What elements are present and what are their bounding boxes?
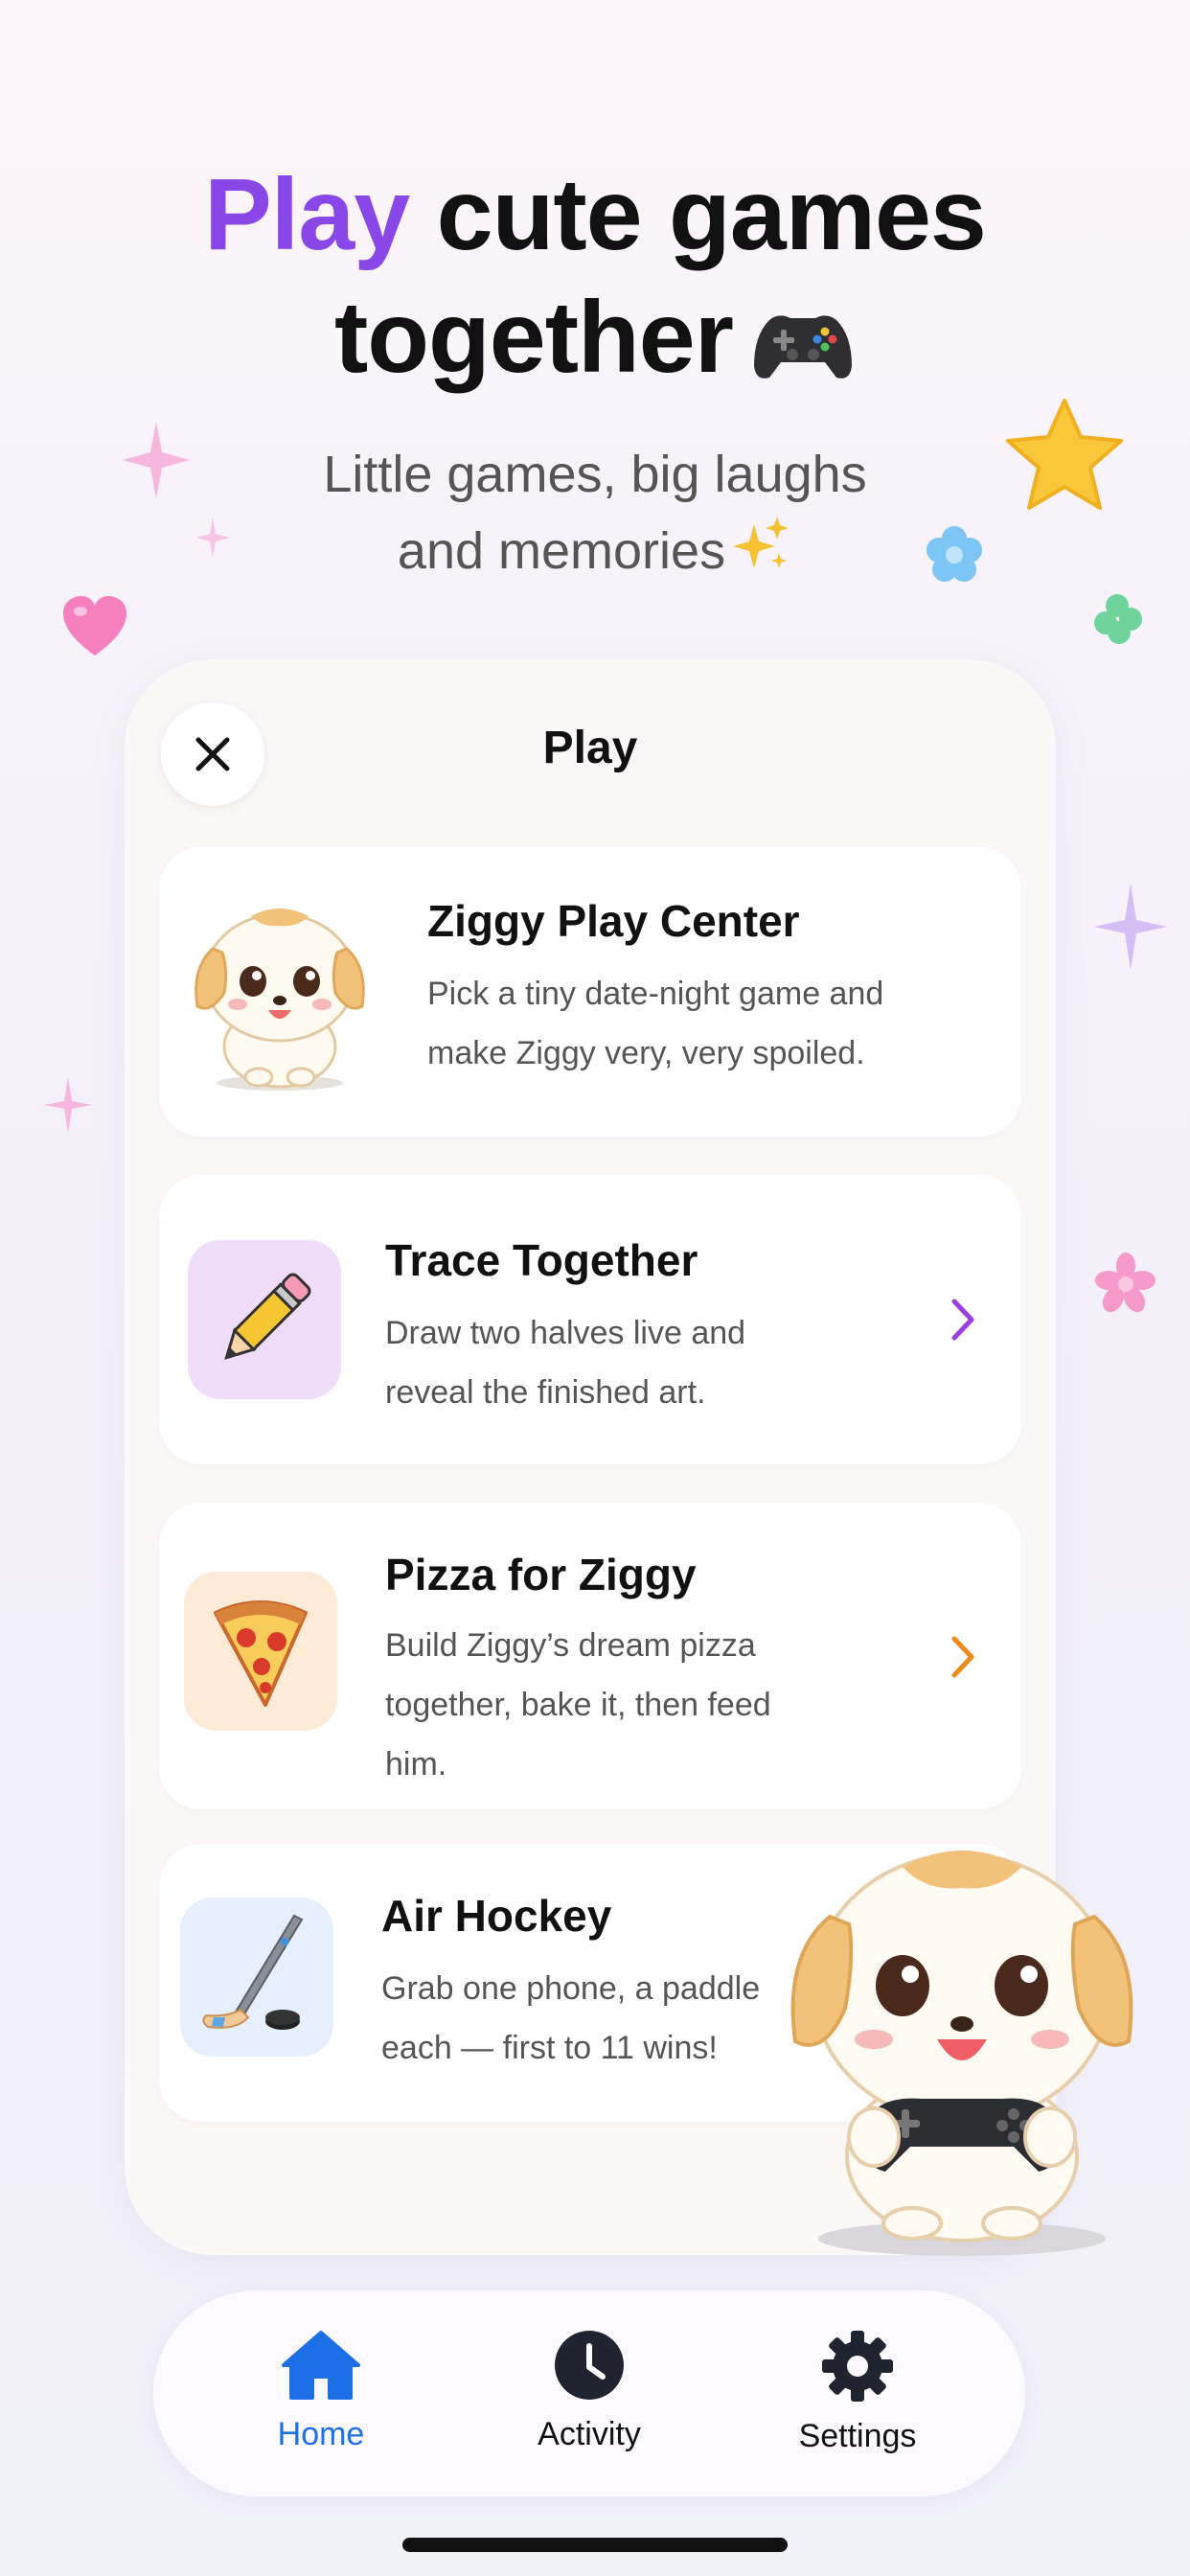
small-sparkle-icon bbox=[195, 518, 230, 558]
tab-settings[interactable]: Settings bbox=[762, 2329, 953, 2455]
star-icon bbox=[1006, 399, 1123, 510]
item-title: Ziggy Play Center bbox=[427, 896, 800, 946]
item-title: Air Hockey bbox=[381, 1891, 612, 1941]
tab-bar: Home Activity Settings bbox=[153, 2290, 1025, 2496]
item-desc: Draw two halves live and reveal the fini… bbox=[385, 1303, 745, 1422]
item-title: Trace Together bbox=[385, 1235, 698, 1285]
hero-title: Play cute games together bbox=[0, 153, 1190, 412]
item-desc-line: Pick a tiny date-night game and bbox=[427, 976, 884, 1012]
item-desc: Pick a tiny date-night game and make Zig… bbox=[427, 964, 883, 1083]
ziggy-play-center-card: Ziggy Play Center Pick a tiny date-night… bbox=[159, 847, 1021, 1137]
tab-label: Home bbox=[277, 2416, 365, 2452]
pizza-for-ziggy-card[interactable]: Pizza for Ziggy Build Ziggy’s dream pizz… bbox=[159, 1503, 1021, 1809]
pencil-icon-box bbox=[188, 1240, 341, 1399]
hero-subtitle-line2: and memories bbox=[397, 522, 726, 580]
item-desc-line: make Ziggy very, very spoiled. bbox=[427, 1035, 865, 1071]
tab-label: Settings bbox=[798, 2418, 917, 2454]
green-clover-icon bbox=[1094, 594, 1142, 644]
pink-sparkle-icon bbox=[123, 422, 190, 498]
hero-title-line2: together bbox=[334, 281, 734, 394]
tab-home[interactable]: Home bbox=[225, 2329, 417, 2453]
pizza-icon bbox=[214, 1600, 308, 1707]
gear-icon bbox=[822, 2331, 893, 2402]
gamepad-icon bbox=[750, 289, 856, 412]
home-icon bbox=[282, 2331, 360, 2400]
heart-icon bbox=[63, 596, 126, 656]
item-desc-line: each — first to 11 wins! bbox=[381, 2030, 718, 2066]
home-indicator bbox=[402, 2538, 788, 2552]
pink-flower-icon bbox=[1095, 1253, 1156, 1313]
left-sparkle-icon bbox=[44, 1077, 92, 1133]
puppy-icon bbox=[195, 908, 365, 1091]
chevron-right-icon bbox=[951, 1636, 974, 1678]
item-desc-line: reveal the finished art. bbox=[385, 1374, 706, 1411]
tab-activity[interactable]: Activity bbox=[493, 2329, 685, 2453]
clock-icon bbox=[555, 2331, 624, 2400]
item-title: Pizza for Ziggy bbox=[385, 1550, 697, 1599]
lilac-sparkle-icon bbox=[1094, 884, 1167, 970]
item-desc-line: Build Ziggy’s dream pizza bbox=[385, 1627, 756, 1664]
blue-flower-icon bbox=[927, 526, 982, 582]
pencil-icon bbox=[224, 1273, 311, 1360]
hockey-stick-icon bbox=[202, 1914, 304, 2030]
sheet-title: Play bbox=[542, 723, 638, 773]
item-desc-line: Grab one phone, a paddle bbox=[381, 1970, 761, 2007]
sparkles-icon bbox=[731, 515, 792, 597]
trace-together-card[interactable]: Trace Together Draw two halves live and … bbox=[159, 1175, 1021, 1464]
chevron-right-icon bbox=[951, 1299, 974, 1341]
item-desc-line: Draw two halves live and bbox=[385, 1315, 746, 1351]
hero-title-rest: cute games bbox=[436, 158, 987, 271]
item-desc: Grab one phone, a paddle each — first to… bbox=[381, 1959, 760, 2078]
item-desc-line: together, bake it, then feed bbox=[385, 1687, 771, 1723]
puppy-mascot-icon bbox=[790, 1851, 1133, 2256]
hero-title-accent: Play bbox=[204, 158, 410, 271]
item-desc: Build Ziggy’s dream pizza together, bake… bbox=[385, 1616, 771, 1794]
item-desc-line: him. bbox=[385, 1746, 447, 1782]
pizza-icon-box bbox=[184, 1572, 337, 1731]
tab-label: Activity bbox=[538, 2416, 641, 2452]
hockey-icon-box bbox=[180, 1898, 333, 2057]
